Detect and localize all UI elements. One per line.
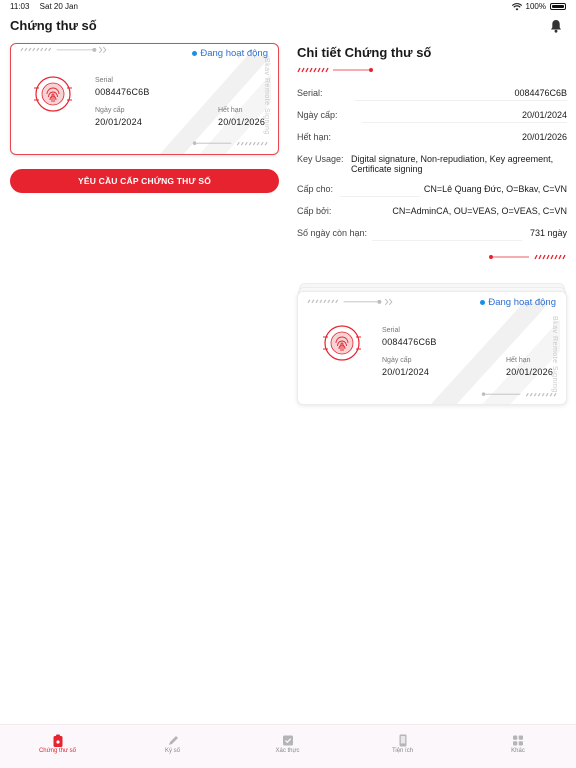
- expiry-date-label: Hết hạn: [506, 357, 531, 364]
- grid-icon: [513, 735, 523, 746]
- issue-date-label: Ngày cấp: [382, 357, 412, 364]
- detail-value: CN=AdminCA, OU=VEAS, O=VEAS, C=VN: [392, 206, 567, 216]
- check-icon: [282, 735, 293, 746]
- detail-key: Key Usage:: [297, 154, 344, 164]
- divider: [355, 100, 567, 101]
- brand-watermark: Bkav Remote Signing: [551, 316, 558, 393]
- certificate-icon: [53, 734, 62, 747]
- status-text: Đang hoạt động: [488, 297, 556, 308]
- fingerprint-icon: [323, 325, 361, 361]
- fingerprint-icon: [34, 76, 72, 112]
- status-dot-icon: [192, 51, 198, 56]
- pen-icon: [168, 736, 178, 745]
- detail-row-serial: Serial: 0084476C6B: [297, 88, 567, 100]
- detail-value: 20/01/2026: [521, 132, 567, 142]
- serial-label: Serial: [95, 77, 113, 84]
- tab-label: Chứng thư số: [38, 748, 77, 754]
- expiry-date-label: Hết hạn: [218, 107, 243, 114]
- phone-icon: [399, 734, 406, 747]
- detail-title: Chi tiết Chứng thư số: [297, 45, 432, 60]
- tab-utilities[interactable]: Tiện ích: [345, 725, 460, 768]
- tab-label: Ký số: [164, 748, 180, 754]
- detail-key: Ngày cấp:: [297, 110, 338, 120]
- divider: [340, 196, 420, 197]
- battery-icon: [550, 3, 566, 10]
- detail-value: 20/01/2024: [521, 110, 567, 120]
- detail-key: Serial:: [297, 88, 323, 98]
- tab-certificate[interactable]: Chứng thư số: [0, 725, 115, 768]
- request-certificate-button[interactable]: YÊU CẦU CẤP CHỨNG THƯ SỐ: [10, 169, 279, 193]
- key-usage-value: Digital signature, Non-repudiation, Key …: [351, 154, 554, 174]
- tab-verify[interactable]: Xác thực: [230, 725, 345, 768]
- issue-date-label: Ngày cấp: [95, 107, 125, 114]
- tab-more[interactable]: Khác: [460, 725, 576, 768]
- divider: [372, 240, 522, 241]
- divider: [362, 122, 567, 123]
- detail-key: Số ngày còn hạn:: [297, 228, 368, 238]
- status-badge: Đang hoạt động: [192, 48, 268, 59]
- status-date: Sat 20 Jan: [39, 2, 78, 11]
- detail-value: 0084476C6B: [514, 88, 567, 98]
- detail-value: CN=Lê Quang Đức, O=Bkav, C=VN: [423, 184, 567, 194]
- section-end-decoration: [489, 254, 566, 260]
- tab-label: Xác thực: [275, 748, 300, 754]
- battery-percent: 100%: [525, 2, 546, 11]
- expiry-date-value: 20/01/2026: [218, 117, 266, 127]
- detail-key: Hết hạn:: [297, 132, 332, 142]
- tab-label: Khác: [511, 748, 525, 754]
- serial-label: Serial: [382, 327, 400, 334]
- certificate-card[interactable]: Đang hoạt động Serial 0084476C6B Ngày cấ…: [10, 43, 279, 155]
- serial-value: 0084476C6B: [95, 87, 150, 97]
- detail-row-issued-to: Cấp cho: CN=Lê Quang Đức, O=Bkav, C=VN: [297, 184, 567, 196]
- detail-key: Cấp cho:: [297, 184, 334, 194]
- status-time: 11:03: [10, 2, 30, 11]
- status-badge: Đang hoạt động: [480, 297, 556, 308]
- tab-label: Tiện ích: [391, 748, 414, 754]
- status-text: Đang hoạt động: [200, 48, 268, 59]
- bell-icon[interactable]: [550, 19, 562, 33]
- bottom-tab-bar: Chứng thư số Ký số Xác thực Tiện ích Khá…: [0, 724, 576, 768]
- brand-watermark: Bkav Remote Signing: [263, 58, 270, 135]
- issue-date-value: 20/01/2024: [95, 117, 143, 127]
- certificate-card-preview: Đang hoạt động Serial 0084476C6B Ngày cấ…: [297, 291, 567, 405]
- page-title: Chứng thư số: [10, 18, 97, 33]
- issue-date-value: 20/01/2024: [382, 367, 430, 377]
- expiry-date-value: 20/01/2026: [506, 367, 554, 377]
- status-dot-icon: [480, 300, 486, 305]
- detail-row-issued-by: Cấp bởi: CN=AdminCA, OU=VEAS, O=VEAS, C=…: [297, 206, 567, 218]
- serial-value: 0084476C6B: [382, 337, 437, 347]
- detail-row-issue-date: Ngày cấp: 20/01/2024: [297, 110, 567, 122]
- detail-row-expiry-date: Hết hạn: 20/01/2026: [297, 132, 567, 144]
- wifi-icon: [511, 2, 522, 10]
- tab-sign[interactable]: Ký số: [115, 725, 230, 768]
- detail-key: Cấp bởi:: [297, 206, 332, 216]
- title-decoration: [297, 67, 373, 73]
- detail-value: 731 ngày: [529, 228, 567, 238]
- detail-row-days-remaining: Số ngày còn hạn: 731 ngày: [297, 228, 567, 240]
- status-bar: 11:03 Sat 20 Jan 100%: [0, 0, 576, 14]
